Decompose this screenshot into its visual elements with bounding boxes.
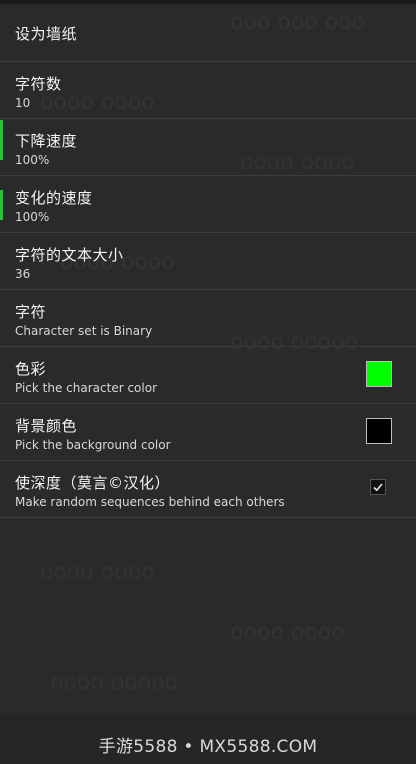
setting-summary: Pick the character color bbox=[15, 381, 158, 395]
background-texture: oooo oooo bbox=[40, 560, 155, 585]
setting-character-color[interactable]: 色彩 Pick the character color bbox=[0, 347, 416, 404]
background-texture: oooo ooooo bbox=[50, 670, 179, 695]
setting-title: 字符 bbox=[15, 303, 47, 321]
watermark-text: 手游5588 • MX5588.COM bbox=[98, 737, 318, 757]
checkmark-icon bbox=[373, 483, 383, 492]
setting-summary: 36 bbox=[15, 267, 31, 281]
setting-title: 使深度（莫言©汉化） bbox=[15, 474, 171, 492]
setting-summary: 100% bbox=[15, 210, 50, 224]
settings-screen: ooo ooo ooo oooo oooo oooo oooo oooo ooo… bbox=[0, 0, 416, 764]
setting-text-size[interactable]: 字符的文本大小 36 bbox=[0, 233, 416, 290]
setting-set-wallpaper[interactable]: 设为墙纸 bbox=[0, 4, 416, 62]
setting-fall-speed[interactable]: 下降速度 100% bbox=[0, 119, 416, 176]
depth-checkbox[interactable] bbox=[370, 479, 386, 495]
setting-character-count[interactable]: 字符数 10 bbox=[0, 62, 416, 119]
setting-summary: 10 bbox=[15, 96, 31, 110]
setting-character-set[interactable]: 字符 Character set is Binary bbox=[0, 290, 416, 347]
settings-list: 设为墙纸 字符数 10 下降速度 100% 变化的速度 100% 字符的文本大小… bbox=[0, 4, 416, 518]
setting-title: 变化的速度 bbox=[15, 189, 93, 207]
setting-change-speed[interactable]: 变化的速度 100% bbox=[0, 176, 416, 233]
setting-title: 字符数 bbox=[15, 75, 62, 93]
setting-summary: 100% bbox=[15, 153, 50, 167]
setting-summary: Make random sequences behind each others bbox=[15, 495, 285, 509]
setting-title: 色彩 bbox=[15, 360, 47, 378]
character-color-swatch[interactable] bbox=[366, 361, 392, 387]
setting-summary: Character set is Binary bbox=[15, 324, 153, 338]
setting-title: 设为墙纸 bbox=[15, 25, 78, 43]
background-color-swatch[interactable] bbox=[366, 418, 392, 444]
setting-title: 字符的文本大小 bbox=[15, 246, 124, 264]
setting-title: 背景颜色 bbox=[15, 417, 78, 435]
setting-summary: Pick the background color bbox=[15, 438, 171, 452]
setting-background-color[interactable]: 背景颜色 Pick the background color bbox=[0, 404, 416, 461]
setting-title: 下降速度 bbox=[15, 132, 78, 150]
background-texture: oooo oooo bbox=[230, 620, 345, 645]
setting-depth[interactable]: 使深度（莫言©汉化） Make random sequences behind … bbox=[0, 461, 416, 518]
